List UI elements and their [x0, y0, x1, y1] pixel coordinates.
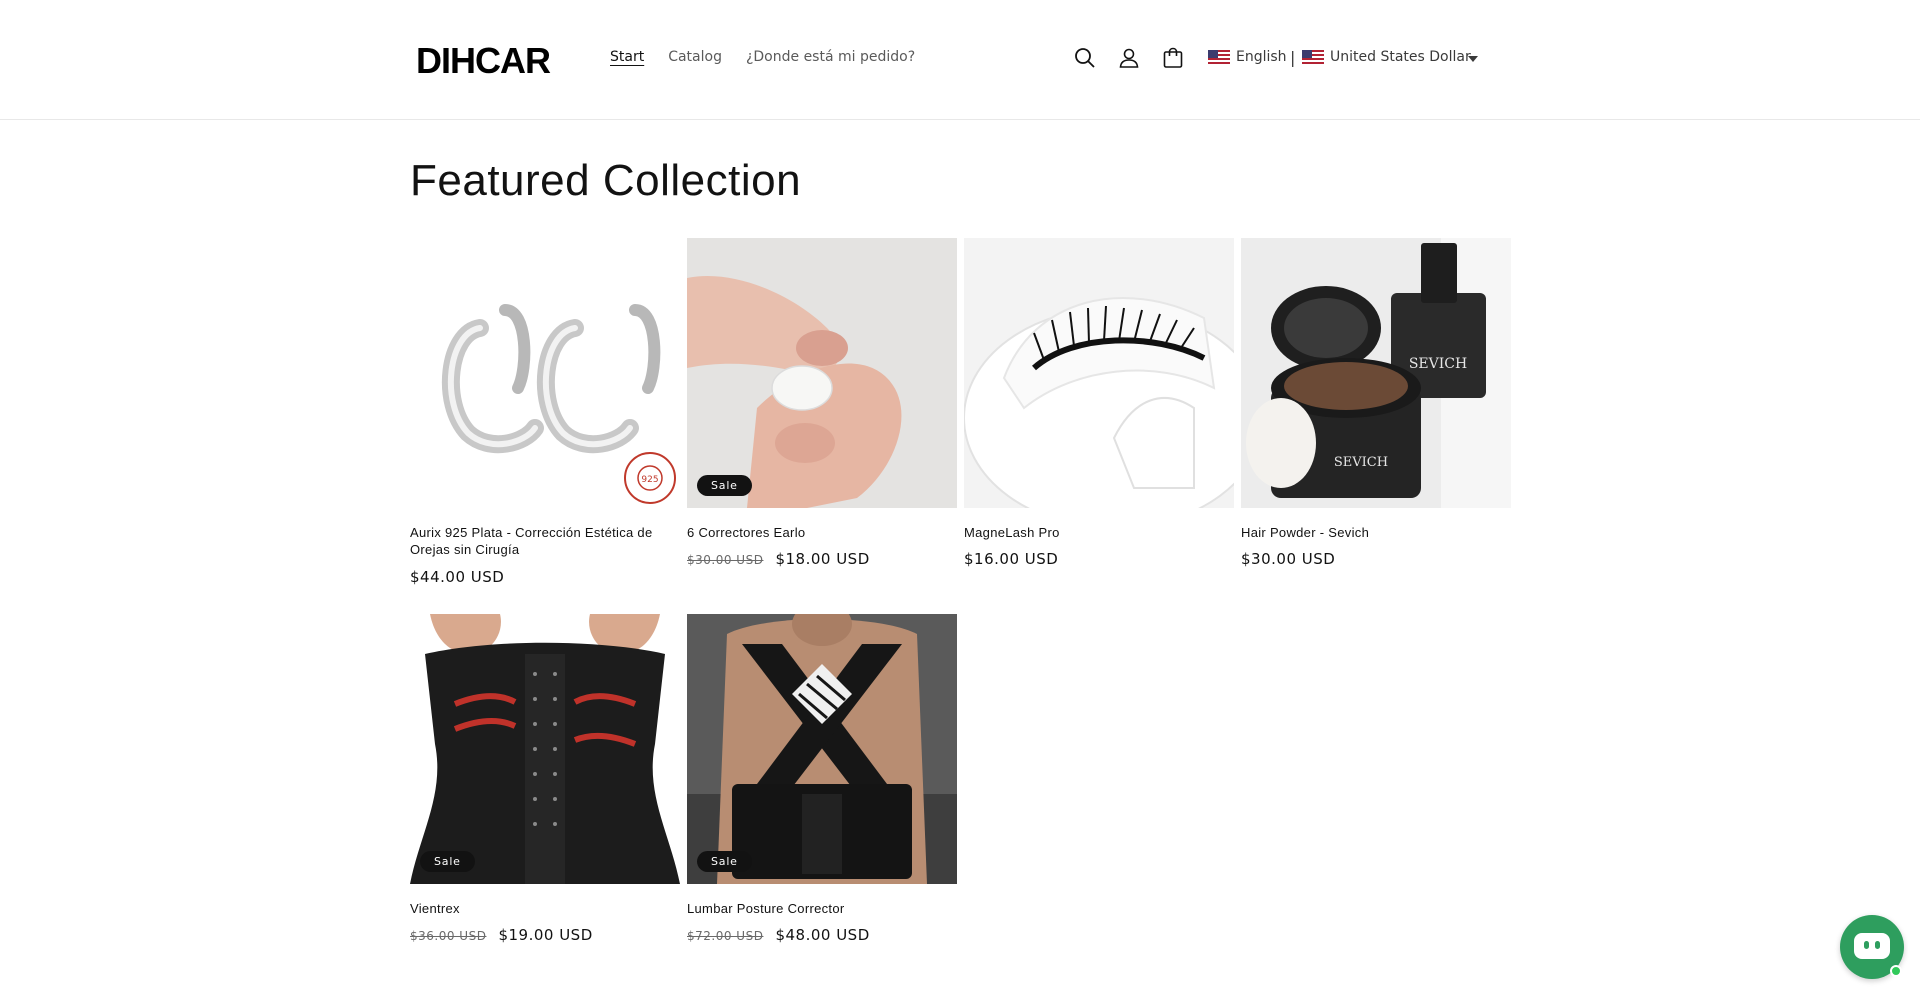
- compare-at-price: $30.00 USD: [687, 553, 764, 567]
- compare-at-price: $72.00 USD: [687, 929, 764, 943]
- product-title[interactable]: MagneLash Pro: [964, 524, 1234, 541]
- product-image[interactable]: SEVICH SEVICH: [1241, 238, 1511, 508]
- product-card-aurix[interactable]: 925 Aurix 925 Plata - Corrección Estétic…: [410, 238, 680, 588]
- product-title[interactable]: Hair Powder - Sevich: [1241, 524, 1511, 541]
- product-card-vientrex[interactable]: Sale Vientrex $36.00 USD $19.00 USD: [410, 614, 680, 954]
- chat-widget-button[interactable]: [1840, 915, 1904, 979]
- language-selector[interactable]: English: [1208, 49, 1287, 65]
- product-card-lumbar[interactable]: Sale Lumbar Posture Corrector $72.00 USD…: [687, 614, 957, 954]
- sale-price: $16.00 USD: [964, 550, 1059, 568]
- account-icon[interactable]: [1117, 46, 1141, 70]
- chevron-down-icon[interactable]: [1468, 56, 1478, 62]
- product-card-magnelash[interactable]: MagneLash Pro $16.00 USD: [964, 238, 1234, 578]
- sale-price: $48.00 USD: [775, 926, 870, 944]
- product-card-earlo[interactable]: Sale 6 Correctores Earlo $30.00 USD $18.…: [687, 238, 957, 578]
- section-title: Featured Collection: [410, 156, 802, 205]
- nav-order-tracking[interactable]: ¿Donde está mi pedido?: [746, 49, 915, 65]
- product-title[interactable]: Vientrex: [410, 900, 680, 917]
- product-image[interactable]: [964, 238, 1234, 508]
- product-image[interactable]: Sale: [687, 238, 957, 508]
- sale-price: $30.00 USD: [1241, 550, 1336, 568]
- nav-catalog[interactable]: Catalog: [668, 49, 722, 65]
- main-nav: Start Catalog ¿Donde está mi pedido?: [610, 49, 915, 65]
- locale-separator: |: [1290, 48, 1296, 67]
- product-price: $36.00 USD $19.00 USD: [410, 926, 593, 944]
- product-price: $30.00 USD: [1241, 550, 1335, 568]
- language-label: English: [1236, 49, 1287, 65]
- product-price: $16.00 USD: [964, 550, 1058, 568]
- site-header: DIHCAR Start Catalog ¿Donde está mi pedi…: [0, 0, 1920, 120]
- currency-label: United States Dollar: [1330, 49, 1471, 65]
- nav-start[interactable]: Start: [610, 49, 644, 65]
- currency-selector[interactable]: United States Dollar: [1302, 49, 1471, 65]
- product-price: $30.00 USD $18.00 USD: [687, 550, 870, 568]
- us-flag-icon: [1302, 50, 1324, 64]
- svg-text:SEVICH: SEVICH: [1334, 455, 1388, 470]
- product-price: $72.00 USD $48.00 USD: [687, 926, 870, 944]
- sale-badge: Sale: [697, 851, 752, 872]
- online-status-dot: [1890, 965, 1902, 977]
- product-title[interactable]: 6 Correctores Earlo: [687, 524, 957, 541]
- sale-badge: Sale: [697, 475, 752, 496]
- svg-text:SEVICH: SEVICH: [1409, 356, 1467, 372]
- svg-text:925: 925: [641, 475, 658, 485]
- cart-icon[interactable]: [1161, 46, 1185, 70]
- sale-price: $19.00 USD: [498, 926, 593, 944]
- sale-badge: Sale: [420, 851, 475, 872]
- search-icon[interactable]: [1073, 46, 1097, 70]
- product-image[interactable]: Sale: [687, 614, 957, 884]
- us-flag-icon: [1208, 50, 1230, 64]
- product-title[interactable]: Aurix 925 Plata - Corrección Estética de…: [410, 524, 680, 558]
- sale-price: $18.00 USD: [775, 550, 870, 568]
- sale-price: $44.00 USD: [410, 568, 505, 586]
- chat-bot-icon: [1854, 933, 1890, 959]
- store-logo[interactable]: DIHCAR: [416, 40, 551, 82]
- product-price: $44.00 USD: [410, 568, 504, 586]
- compare-at-price: $36.00 USD: [410, 929, 487, 943]
- product-card-sevich[interactable]: SEVICH SEVICH Hair Powder - Sevich $30.0…: [1241, 238, 1511, 578]
- product-image[interactable]: Sale: [410, 614, 680, 884]
- product-title[interactable]: Lumbar Posture Corrector: [687, 900, 957, 917]
- product-image[interactable]: 925: [410, 238, 680, 508]
